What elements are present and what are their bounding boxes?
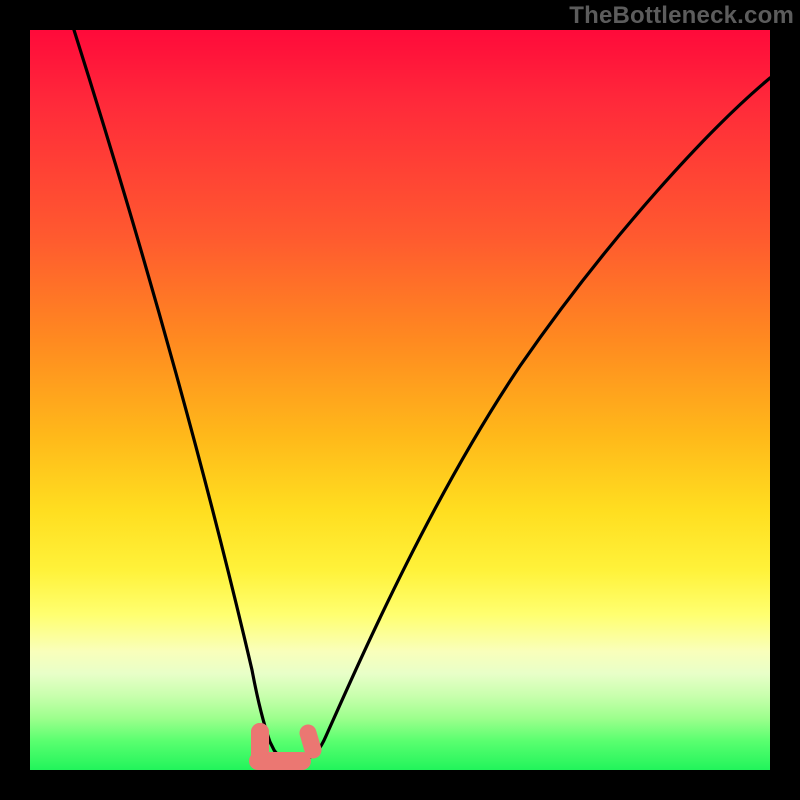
bottleneck-curve — [74, 30, 770, 759]
chart-stage: TheBottleneck.com — [0, 0, 800, 800]
bottleneck-curve-svg — [30, 30, 770, 770]
watermark-text: TheBottleneck.com — [569, 2, 794, 30]
optimal-marker — [251, 723, 313, 761]
plot-area — [30, 30, 770, 770]
